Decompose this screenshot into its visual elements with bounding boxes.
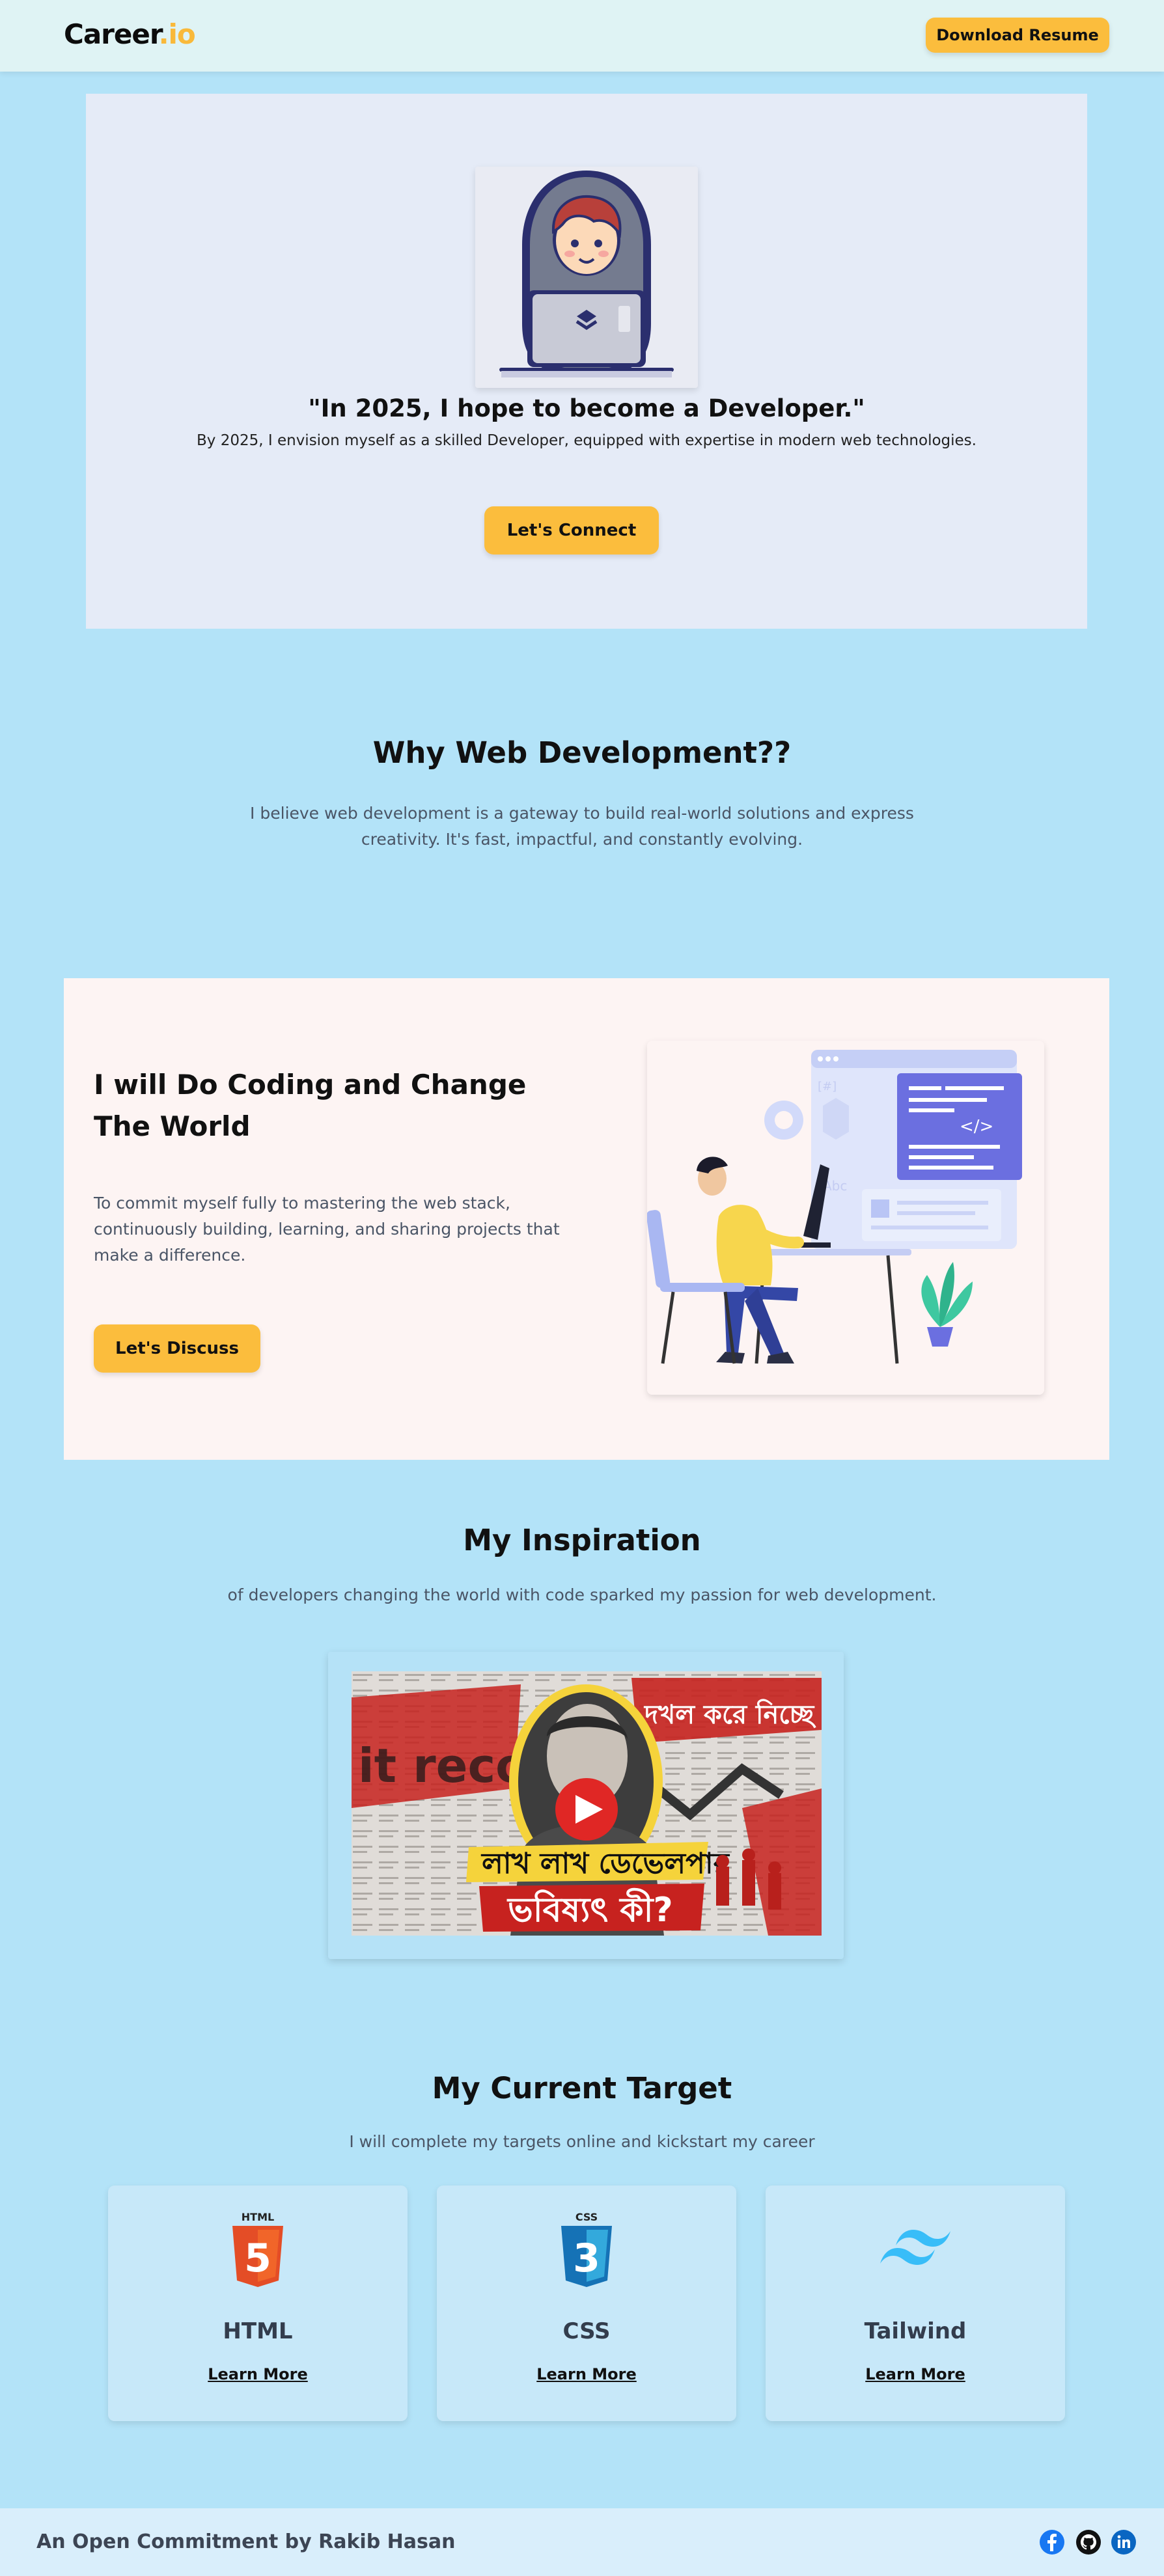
target-description: I will complete my targets online and ki… xyxy=(349,2132,815,2151)
svg-text:</>: </> xyxy=(960,1117,993,1136)
video-thumbnail[interactable]: it record দখল করে নিচ্ছে লাখ লাখ ডেভেলপা… xyxy=(352,1671,822,1936)
hero-title: "In 2025, I hope to become a Developer." xyxy=(308,394,865,422)
target-title: My Current Target xyxy=(432,2071,732,2105)
html5-icon: HTML 5 xyxy=(108,2209,408,2294)
site-footer: An Open Commitment by Rakib Hasan xyxy=(0,2508,1164,2576)
html5-badge: HTML xyxy=(242,2211,274,2223)
brand-logo[interactable]: Career.io xyxy=(64,18,196,50)
target-card-name: Tailwind xyxy=(864,2318,967,2344)
brand-name: Career xyxy=(64,18,159,50)
inspiration-title: My Inspiration xyxy=(463,1523,701,1557)
target-card-html: HTML 5 HTML Learn More xyxy=(108,2185,408,2421)
target-card-css: CSS 3 CSS Learn More xyxy=(437,2185,736,2421)
learn-more-link[interactable]: Learn More xyxy=(766,2365,1065,2383)
svg-text:[#]: [#] xyxy=(818,1080,837,1093)
html5-number: 5 xyxy=(244,2236,271,2281)
css3-badge: CSS xyxy=(575,2211,598,2223)
tailwind-icon xyxy=(766,2209,1065,2294)
developer-avatar-image xyxy=(475,167,698,388)
video-card: it record দখল করে নিচ্ছে লাখ লাখ ডেভেলপা… xyxy=(328,1652,844,1959)
video-title-line1: লাখ লাখ ডেভেলপার xyxy=(480,1847,730,1880)
site-header: Career.io Download Resume xyxy=(0,0,1164,72)
coding-description: To commit myself fully to mastering the … xyxy=(94,1194,560,1265)
video-top-text: দখল করে নিচ্ছে xyxy=(643,1699,816,1730)
css3-number: 3 xyxy=(573,2236,600,2281)
hero-subtitle: By 2025, I envision myself as a skilled … xyxy=(197,432,977,449)
inspiration-description: of developers changing the world with co… xyxy=(227,1585,937,1604)
target-card-name: CSS xyxy=(562,2318,611,2344)
linkedin-icon[interactable] xyxy=(1111,2529,1137,2555)
target-card-name: HTML xyxy=(223,2318,293,2344)
lets-connect-button[interactable]: Let's Connect xyxy=(484,506,659,555)
brand-suffix: .io xyxy=(158,18,196,50)
download-resume-button[interactable]: Download Resume xyxy=(926,18,1109,53)
footer-credit: An Open Commitment by Rakib Hasan xyxy=(36,2530,456,2553)
css3-icon: CSS 3 xyxy=(437,2209,736,2294)
learn-more-link[interactable]: Learn More xyxy=(108,2365,408,2383)
hero-section: "In 2025, I hope to become a Developer."… xyxy=(86,94,1087,629)
video-title-line2: ভবিষ্যৎ কী? xyxy=(506,1888,673,1930)
why-title: Why Web Development?? xyxy=(372,735,792,770)
why-description: I believe web development is a gateway t… xyxy=(250,804,914,849)
coding-title: I will Do Coding and Change The World xyxy=(94,1069,527,1142)
github-icon[interactable] xyxy=(1075,2529,1102,2555)
learn-more-link[interactable]: Learn More xyxy=(437,2365,736,2383)
target-card-tailwind: Tailwind Learn More xyxy=(766,2185,1065,2421)
lets-discuss-button[interactable]: Let's Discuss xyxy=(94,1324,260,1373)
coding-section: I will Do Coding and Change The World To… xyxy=(64,978,1109,1460)
facebook-icon[interactable] xyxy=(1039,2529,1065,2555)
coding-illustration: </> Abc [#] xyxy=(647,1041,1044,1395)
